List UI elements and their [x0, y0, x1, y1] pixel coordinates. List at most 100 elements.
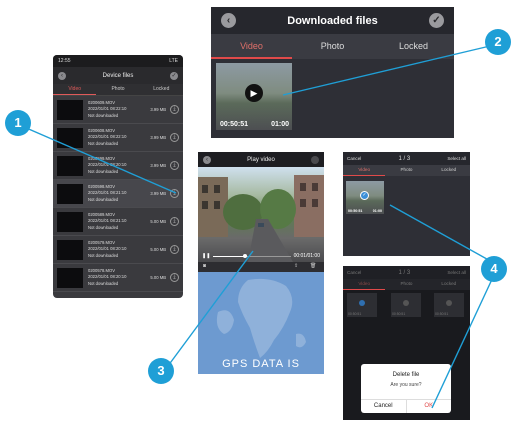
download-icon[interactable]: ⤓	[170, 189, 179, 198]
file-thumbnail	[57, 99, 83, 120]
tab-photo[interactable]: Photo	[385, 279, 427, 290]
thumbnail-duration: 01:00	[372, 209, 382, 213]
file-list: 0200609.MOV 2022/01/01 08:22:10 Not downlo…	[53, 96, 183, 292]
tab-locked[interactable]: Locked	[373, 34, 454, 59]
page-title: Downloaded files	[287, 14, 378, 27]
file-size: 3.99 MB	[150, 135, 166, 140]
back-icon[interactable]: ‹	[58, 71, 66, 80]
tab-video[interactable]: Video	[53, 84, 97, 95]
nav-bar: ‹ Downloaded files ✓	[211, 7, 454, 34]
camera-icon[interactable]: ◙	[203, 263, 206, 269]
file-thumbnail	[57, 267, 83, 288]
back-icon[interactable]: ‹	[203, 155, 211, 164]
file-info: 0200599.MOV 2022/01/01 08:20:10 Not downlo…	[83, 156, 144, 175]
file-thumbnail	[57, 127, 83, 148]
thumbnail-timestamp: 00:50:51	[348, 209, 363, 213]
selection-counter: 1 / 3	[398, 155, 411, 162]
file-status: Not downloaded	[88, 252, 119, 258]
select-all-button[interactable]: Select all	[447, 270, 466, 275]
file-thumbnail	[57, 239, 83, 260]
dimmed-thumbnail: 00:50:51	[391, 293, 421, 317]
dialog-cancel-button[interactable]: Cancel	[361, 400, 407, 413]
delete-file-screen: Cancel 1 / 3 Select all Video Photo Lock…	[343, 266, 470, 420]
playback-bar[interactable]: ❚❚ 00:01/01:00	[202, 253, 320, 259]
street-scene	[198, 175, 324, 262]
file-row[interactable]: 0200578.MOV 2022/01/01 08:20:10 Not downlo…	[53, 264, 183, 292]
file-status: Not downloaded	[88, 196, 119, 202]
share-icon[interactable]: ⇪	[294, 263, 298, 269]
file-size: 5.00 MB	[150, 275, 166, 280]
select-icon[interactable]	[311, 155, 319, 164]
play-icon[interactable]: ▶	[245, 84, 263, 102]
tab-bar: Video Photo Locked	[53, 84, 183, 96]
pause-icon[interactable]: ❚❚	[202, 253, 210, 259]
video-player[interactable]: ❚❚ 00:01/01:00	[198, 167, 324, 262]
delete-dialog: Delete file Are you sure? Cancel OK	[361, 364, 451, 413]
gps-caption: GPS DATA IS	[222, 358, 300, 370]
cancel-button[interactable]: Cancel	[347, 270, 361, 275]
download-icon[interactable]: ⤓	[170, 217, 179, 226]
file-thumbnail	[57, 211, 83, 232]
callout-badge-4: 4	[481, 256, 507, 282]
file-info: 0200608.MOV 2022/01/01 08:22:10 Not downlo…	[83, 128, 144, 147]
file-thumbnail	[57, 155, 83, 176]
file-row[interactable]: 0200589.MOV 2022/01/01 08:21:10 Not downlo…	[53, 208, 183, 236]
select-icon[interactable]: ✓	[429, 13, 444, 28]
thumbnail-duration: 01:00	[271, 121, 289, 128]
file-row[interactable]: 0200598.MOV 2022/01/01 08:21:10 Not downlo…	[53, 180, 183, 208]
trash-icon[interactable]: 🗑	[310, 263, 316, 269]
download-icon[interactable]: ⤓	[170, 245, 179, 254]
nav-bar: ‹ Device files ✓	[53, 67, 183, 84]
tab-photo[interactable]: Photo	[385, 165, 427, 176]
tab-bar: Video Photo Locked	[211, 34, 454, 59]
page-title: Device files	[102, 72, 134, 79]
dialog-ok-button[interactable]: OK	[407, 400, 452, 413]
video-thumbnail[interactable]: ▶ 00:50:51 01:00	[216, 63, 292, 130]
thumbnail-timestamp: 00:50:51	[392, 312, 406, 316]
tab-photo[interactable]: Photo	[96, 84, 139, 95]
radio-icon	[403, 300, 409, 306]
file-status: Not downloaded	[88, 168, 119, 174]
file-size: 5.00 MB	[150, 219, 166, 224]
download-icon[interactable]: ⤓	[170, 161, 179, 170]
tab-video[interactable]: Video	[211, 34, 292, 59]
nav-bar: ‹ Play video	[198, 152, 324, 167]
file-info: 0200579.MOV 2022/01/01 08:20:10 Not downlo…	[83, 240, 144, 259]
seek-handle[interactable]	[242, 253, 247, 258]
seek-track[interactable]	[213, 253, 291, 258]
file-size: 3.99 MB	[150, 107, 166, 112]
tab-locked[interactable]: Locked	[140, 84, 183, 95]
page-title: Play video	[247, 156, 275, 163]
tab-locked[interactable]: Locked	[428, 165, 470, 176]
select-all-button[interactable]: Select all	[447, 156, 466, 161]
file-row[interactable]: 0200579.MOV 2022/01/01 08:20:10 Not downlo…	[53, 236, 183, 264]
device-files-screen: 12:55 LTE ‹ Device files ✓ Video Photo L…	[53, 55, 183, 298]
tab-photo[interactable]: Photo	[292, 34, 373, 59]
file-status: Not downloaded	[88, 224, 119, 230]
check-icon[interactable]: ✓	[360, 191, 369, 200]
callout-badge-2: 2	[485, 29, 511, 55]
dimmed-thumbnail: 00:50:51	[434, 293, 464, 317]
dialog-message: Are you sure?	[390, 382, 422, 388]
dialog-actions: Cancel OK	[361, 399, 451, 413]
status-bar: 12:55 LTE	[53, 55, 183, 67]
tab-locked[interactable]: Locked	[428, 279, 470, 290]
downloaded-files-screen: ‹ Downloaded files ✓ Video Photo Locked …	[211, 7, 454, 138]
cancel-button[interactable]: Cancel	[347, 156, 361, 161]
file-row[interactable]: 0200608.MOV 2022/01/01 08:22:10 Not downlo…	[53, 124, 183, 152]
file-row[interactable]: 0200599.MOV 2022/01/01 08:20:10 Not downlo…	[53, 152, 183, 180]
tab-video[interactable]: Video	[343, 279, 386, 290]
play-video-screen: ‹ Play video ❚❚ 00:01/01:00 ◙ ⇪ �	[198, 152, 324, 374]
download-icon[interactable]: ⤓	[170, 105, 179, 114]
tab-video[interactable]: Video	[343, 165, 386, 176]
status-network: LTE	[169, 58, 178, 64]
tab-bar: Video Photo Locked	[343, 165, 470, 176]
download-icon[interactable]: ⤓	[170, 133, 179, 142]
video-thumbnail[interactable]: ✓ 00:50:51 01:00	[346, 181, 384, 214]
gps-map: GPS DATA IS	[198, 272, 324, 374]
select-icon[interactable]: ✓	[170, 71, 178, 80]
back-icon[interactable]: ‹	[221, 13, 236, 28]
download-icon[interactable]: ⤓	[170, 273, 179, 282]
thumbnail-timestamp: 00:50:51	[435, 312, 449, 316]
file-row[interactable]: 0200609.MOV 2022/01/01 08:22:10 Not downlo…	[53, 96, 183, 124]
